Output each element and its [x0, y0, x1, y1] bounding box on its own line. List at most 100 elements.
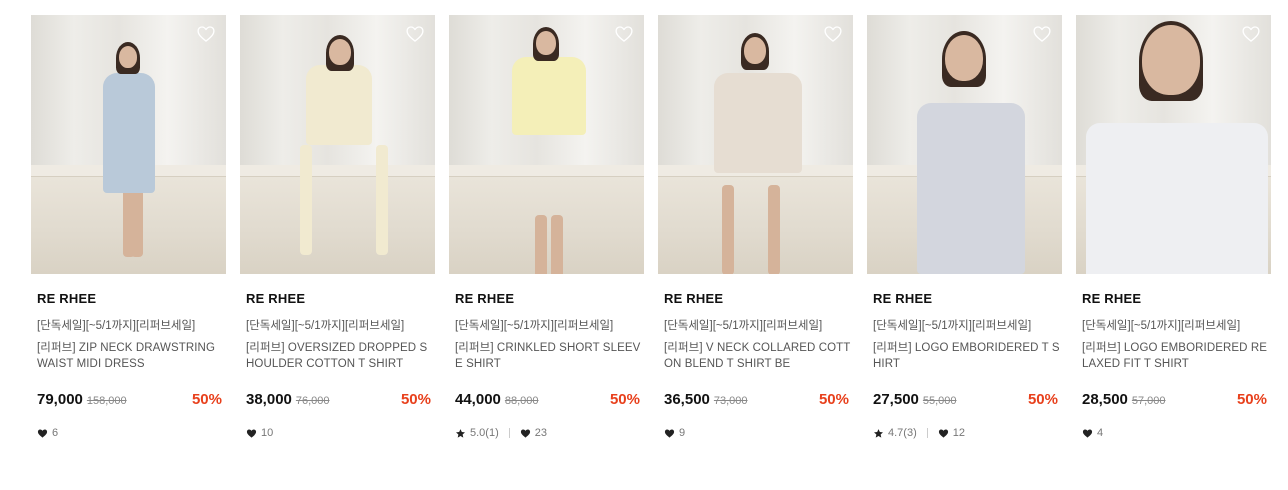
model-face: [329, 39, 351, 65]
wishlist-button[interactable]: [1241, 24, 1261, 44]
promo-tags: [단독세일][~5/1까지][리퍼브세일]: [1082, 320, 1241, 332]
likes-value: 4: [1097, 427, 1104, 439]
model-outfit: [512, 57, 586, 135]
heart-icon: [664, 428, 675, 439]
sale-price: 28,500: [1082, 391, 1128, 408]
product-image[interactable]: [867, 15, 1062, 274]
star-icon: [455, 428, 466, 439]
brand-name[interactable]: RE RHEE: [1082, 291, 1141, 306]
original-price: 73,000: [713, 395, 748, 407]
sale-price: 36,500: [664, 391, 710, 408]
heart-icon: [246, 428, 257, 439]
original-price: 76,000: [295, 395, 330, 407]
like-count: 12: [938, 427, 965, 439]
product-name[interactable]: [리퍼브] ZIP NECK DRAWSTRING WAIST MIDI DRE…: [37, 340, 225, 372]
likes-value: 9: [679, 427, 686, 439]
product-name[interactable]: [리퍼브] OVERSIZED DROPPED SHOULDER COTTON …: [246, 340, 434, 372]
model-outfit: [917, 103, 1025, 274]
product-card[interactable]: RE RHEE [단독세일][~5/1까지][리퍼브세일] [리퍼브] CRIN…: [449, 15, 644, 455]
product-name[interactable]: [리퍼브] LOGO EMBORIDERED T SHIRT: [873, 340, 1061, 372]
like-count: 23: [520, 427, 547, 439]
wishlist-button[interactable]: [405, 24, 425, 44]
discount-rate: 50%: [609, 391, 640, 408]
product-meta: 4: [1082, 425, 1103, 441]
divider: [508, 428, 510, 438]
product-image[interactable]: [1076, 15, 1271, 274]
product-card[interactable]: RE RHEE [단독세일][~5/1까지][리퍼브세일] [리퍼브] ZIP …: [31, 15, 226, 455]
brand-name[interactable]: RE RHEE: [664, 291, 723, 306]
rating: 5.0(1): [455, 427, 499, 439]
product-image[interactable]: [449, 15, 644, 274]
heart-icon: [37, 428, 48, 439]
wishlist-button[interactable]: [196, 24, 216, 44]
heart-icon: [520, 428, 531, 439]
discount-rate: 50%: [1236, 391, 1267, 408]
rating-value: 5.0(1): [470, 427, 499, 439]
model-outfit: [714, 73, 802, 173]
original-price: 88,000: [504, 395, 539, 407]
price-row: 27,500 55,000 50%: [873, 391, 1058, 411]
wishlist-button[interactable]: [1032, 24, 1052, 44]
heart-outline-icon: [406, 26, 424, 42]
like-count: 4: [1082, 427, 1103, 439]
promo-tags: [단독세일][~5/1까지][리퍼브세일]: [37, 320, 196, 332]
sale-price: 79,000: [37, 391, 83, 408]
divider: [926, 428, 928, 438]
price-row: 36,500 73,000 50%: [664, 391, 849, 411]
heart-outline-icon: [197, 26, 215, 42]
like-count: 6: [37, 427, 58, 439]
model-leg: [722, 185, 734, 274]
heart-outline-icon: [824, 26, 842, 42]
product-meta: 9: [664, 425, 685, 441]
original-price: 158,000: [86, 395, 127, 407]
image-sofa: [658, 165, 853, 274]
price-row: 44,000 88,000 50%: [455, 391, 640, 411]
price-row: 38,000 76,000 50%: [246, 391, 431, 411]
discount-rate: 50%: [400, 391, 431, 408]
sale-price: 27,500: [873, 391, 919, 408]
product-image[interactable]: [658, 15, 853, 274]
original-price: 55,000: [922, 395, 957, 407]
product-image[interactable]: [240, 15, 435, 274]
sale-price: 38,000: [246, 391, 292, 408]
product-meta: 4.7(3) 12: [873, 425, 965, 441]
model-leg: [131, 187, 143, 257]
model-face: [945, 35, 983, 81]
brand-name[interactable]: RE RHEE: [37, 291, 96, 306]
likes-value: 12: [952, 427, 965, 439]
discount-rate: 50%: [818, 391, 849, 408]
promo-tags: [단독세일][~5/1까지][리퍼브세일]: [873, 320, 1032, 332]
brand-name[interactable]: RE RHEE: [873, 291, 932, 306]
model-outfit: [306, 65, 372, 145]
product-card[interactable]: RE RHEE [단독세일][~5/1까지][리퍼브세일] [리퍼브] LOGO…: [1076, 15, 1271, 455]
product-meta: 10: [246, 425, 273, 441]
product-name[interactable]: [리퍼브] CRINKLED SHORT SLEEVE SHIRT: [455, 340, 643, 372]
product-card[interactable]: RE RHEE [단독세일][~5/1까지][리퍼브세일] [리퍼브] OVER…: [240, 15, 435, 455]
product-name[interactable]: [리퍼브] V NECK COLLARED COTTON BLEND T SHI…: [664, 340, 852, 372]
model-face: [536, 31, 556, 55]
model-outfit: [103, 73, 155, 193]
model-face: [1142, 25, 1200, 95]
heart-outline-icon: [1242, 26, 1260, 42]
product-grid: RE RHEE [단독세일][~5/1까지][리퍼브세일] [리퍼브] ZIP …: [31, 15, 1271, 455]
model-face: [744, 37, 766, 64]
wishlist-button[interactable]: [614, 24, 634, 44]
promo-tags: [단독세일][~5/1까지][리퍼브세일]: [664, 320, 823, 332]
star-icon: [873, 428, 884, 439]
brand-name[interactable]: RE RHEE: [455, 291, 514, 306]
product-image[interactable]: [31, 15, 226, 274]
model-face: [119, 46, 137, 68]
discount-rate: 50%: [1027, 391, 1058, 408]
like-count: 10: [246, 427, 273, 439]
promo-tags: [단독세일][~5/1까지][리퍼브세일]: [246, 320, 405, 332]
product-card[interactable]: RE RHEE [단독세일][~5/1까지][리퍼브세일] [리퍼브] V NE…: [658, 15, 853, 455]
price-row: 79,000 158,000 50%: [37, 391, 222, 411]
heart-icon: [1082, 428, 1093, 439]
like-count: 9: [664, 427, 685, 439]
image-sofa: [240, 165, 435, 274]
brand-name[interactable]: RE RHEE: [246, 291, 305, 306]
wishlist-button[interactable]: [823, 24, 843, 44]
rating-value: 4.7(3): [888, 427, 917, 439]
product-name[interactable]: [리퍼브] LOGO EMBORIDERED RELAXED FIT T SHI…: [1082, 340, 1270, 372]
product-card[interactable]: RE RHEE [단독세일][~5/1까지][리퍼브세일] [리퍼브] LOGO…: [867, 15, 1062, 455]
